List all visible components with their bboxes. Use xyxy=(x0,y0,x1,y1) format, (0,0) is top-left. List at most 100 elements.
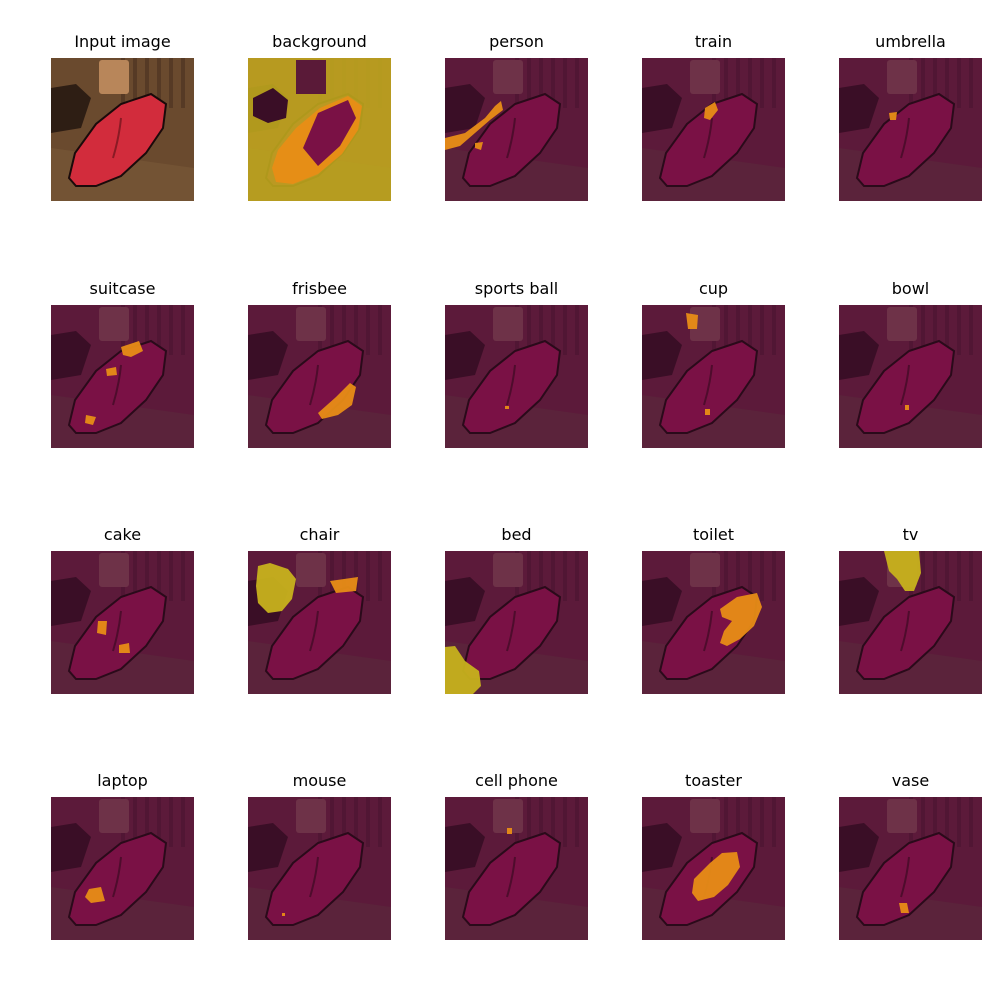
curtain-stripe xyxy=(772,305,776,355)
panel-image xyxy=(839,305,982,448)
tv-shape xyxy=(690,60,720,94)
tv-shape xyxy=(690,799,720,833)
tv-shape xyxy=(99,799,129,833)
segmentation-mask xyxy=(905,405,909,410)
panel-image xyxy=(642,797,785,940)
tv-shape xyxy=(887,799,917,833)
curtain-stripe xyxy=(957,551,961,601)
tv-shape xyxy=(493,60,523,94)
panel-image xyxy=(248,797,391,940)
curtain-stripe xyxy=(378,305,382,355)
panel-image xyxy=(642,58,785,201)
tv-unmasked xyxy=(296,60,326,94)
segmentation-mask xyxy=(507,828,512,834)
curtain-stripe xyxy=(760,305,764,355)
curtain-stripe xyxy=(969,305,973,355)
panel-title: cake xyxy=(103,525,142,544)
curtain-stripe xyxy=(366,551,370,601)
panel-image xyxy=(51,797,194,940)
curtain-stripe xyxy=(378,551,382,601)
curtain-stripe xyxy=(772,551,776,601)
tv-shape xyxy=(493,307,523,341)
curtain-stripe xyxy=(169,551,173,601)
panel-title: cup xyxy=(698,279,729,298)
curtain-stripe xyxy=(366,797,370,847)
curtain-stripe xyxy=(563,551,567,601)
panel-image xyxy=(445,58,588,201)
tv-shape xyxy=(99,307,129,341)
panel-title: tv xyxy=(902,525,919,544)
panel-image xyxy=(248,58,391,201)
curtain-stripe xyxy=(969,797,973,847)
panel-image xyxy=(51,58,194,201)
tv-shape xyxy=(296,307,326,341)
curtain-stripe xyxy=(760,551,764,601)
panel-image xyxy=(445,551,588,694)
panel-title: vase xyxy=(891,771,930,790)
curtain-stripe xyxy=(760,58,764,108)
tv-shape xyxy=(296,553,326,587)
curtain-stripe xyxy=(181,797,185,847)
curtain-stripe xyxy=(563,305,567,355)
panel-title: train xyxy=(694,32,733,51)
panel-title: laptop xyxy=(97,771,148,790)
tv-shape xyxy=(296,799,326,833)
panel-image xyxy=(445,797,588,940)
segmentation-mask xyxy=(889,112,897,120)
curtain-stripe xyxy=(181,58,185,108)
curtain-stripe xyxy=(575,551,579,601)
segmentation-mask xyxy=(705,409,710,415)
panel-image xyxy=(248,551,391,694)
panel-title: toaster xyxy=(685,771,742,790)
tv-shape xyxy=(493,553,523,587)
curtain-stripe xyxy=(378,797,382,847)
tv-shape xyxy=(493,799,523,833)
curtain-stripe xyxy=(575,58,579,108)
panel-image xyxy=(839,797,982,940)
curtain-stripe xyxy=(181,305,185,355)
panel-title: bed xyxy=(501,525,532,544)
segmentation-mask xyxy=(505,406,509,409)
panel-image xyxy=(51,551,194,694)
panel-image xyxy=(248,305,391,448)
curtain-stripe xyxy=(957,305,961,355)
panel-image xyxy=(445,305,588,448)
panel-title: mouse xyxy=(292,771,347,790)
tv-shape xyxy=(690,553,720,587)
panel-title: person xyxy=(489,32,544,51)
panel-image xyxy=(51,305,194,448)
panel-title: Input image xyxy=(74,32,171,51)
curtain-stripe xyxy=(169,305,173,355)
curtain-stripe xyxy=(181,551,185,601)
tv-shape xyxy=(887,307,917,341)
panel-title: cell phone xyxy=(475,771,558,790)
curtain-stripe xyxy=(772,58,776,108)
figure-grid: Input image background person train umbrella… xyxy=(0,0,1000,1000)
curtain-stripe xyxy=(760,797,764,847)
curtain-stripe xyxy=(969,551,973,601)
panel-image xyxy=(642,305,785,448)
panel-title: toilet xyxy=(692,525,735,544)
curtain-stripe xyxy=(957,58,961,108)
curtain-stripe xyxy=(969,58,973,108)
panel-title: sports ball xyxy=(474,279,559,298)
panel-title: background xyxy=(272,32,367,51)
panel-title: chair xyxy=(299,525,340,544)
tv-shape xyxy=(887,60,917,94)
panel-image xyxy=(839,551,982,694)
panel-title: suitcase xyxy=(89,279,156,298)
segmentation-mask xyxy=(97,621,107,635)
panel-title: bowl xyxy=(891,279,930,298)
curtain-stripe xyxy=(575,305,579,355)
curtain-stripe xyxy=(366,305,370,355)
curtain-stripe xyxy=(169,797,173,847)
panel-title: frisbee xyxy=(292,279,347,298)
curtain-stripe xyxy=(563,58,567,108)
panel-title: umbrella xyxy=(875,32,946,51)
curtain-stripe xyxy=(575,797,579,847)
segmentation-mask xyxy=(686,313,698,329)
curtain-stripe xyxy=(169,58,173,108)
tv-shape xyxy=(99,60,129,94)
tv-shape xyxy=(99,553,129,587)
curtain-stripe xyxy=(563,797,567,847)
